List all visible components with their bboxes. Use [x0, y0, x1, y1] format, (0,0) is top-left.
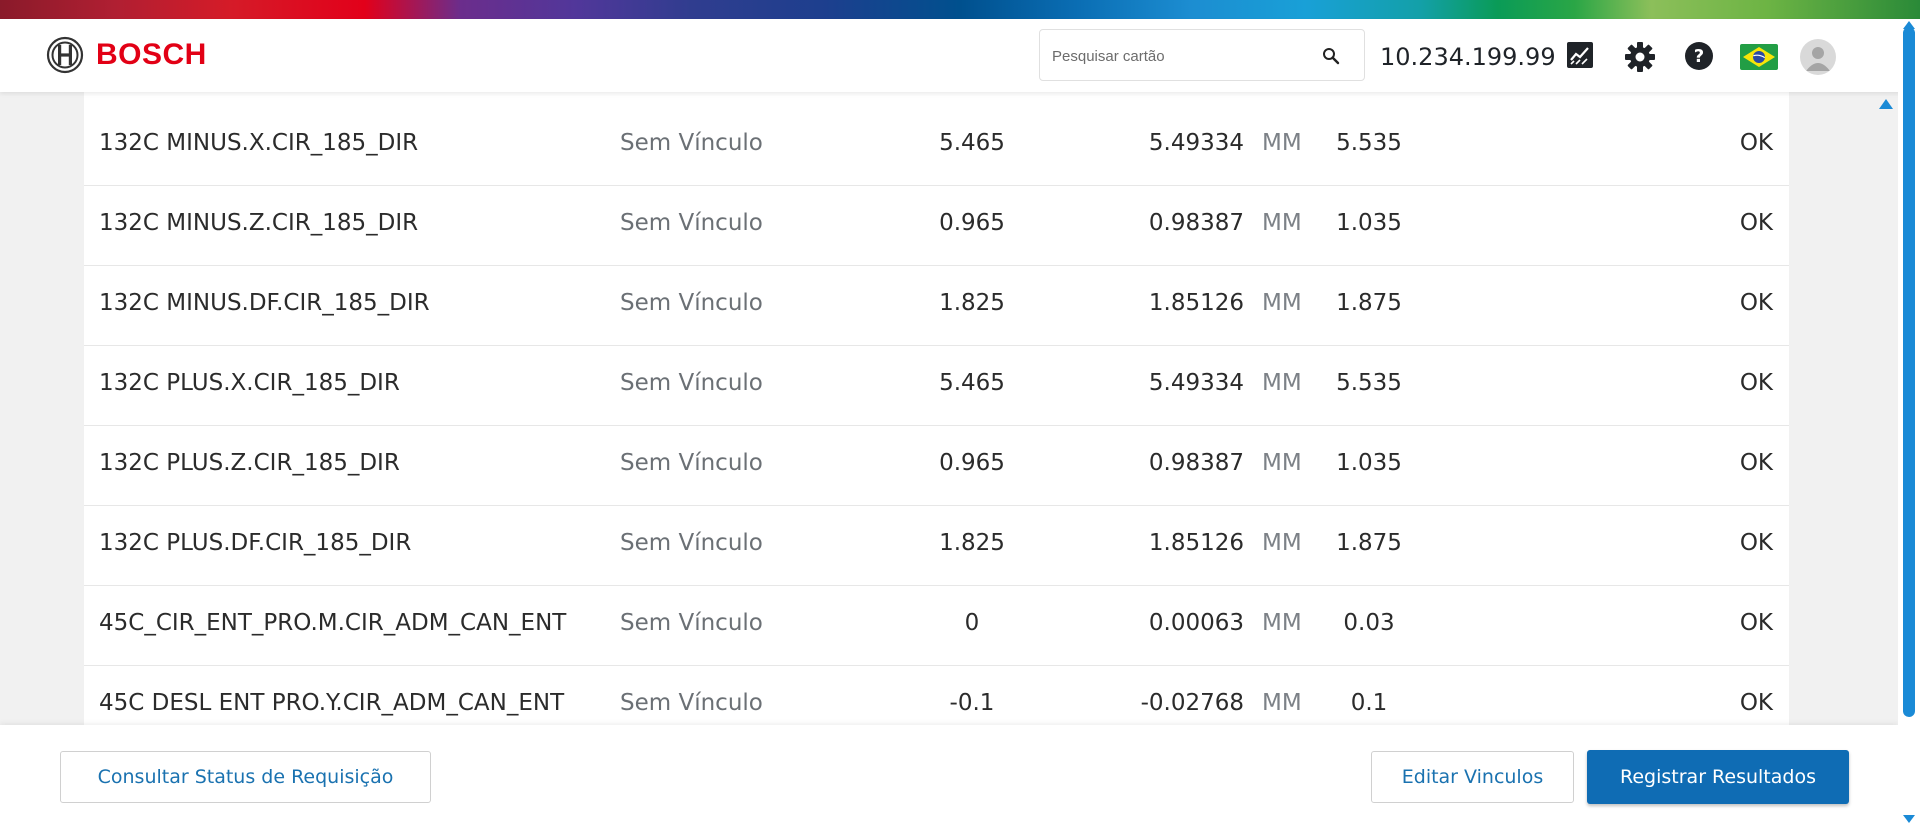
scrollbar-thumb[interactable] [1903, 27, 1915, 717]
lower-limit: 5.465 [939, 370, 1005, 396]
unit: MM [1262, 130, 1302, 156]
lower-limit: 0.965 [939, 210, 1005, 236]
characteristic-name: 132C MINUS.Z.CIR_185_DIR [99, 210, 419, 236]
help-icon[interactable]: ? [1684, 41, 1714, 71]
result-status: OK [1739, 210, 1773, 236]
characteristic-name: 132C PLUS.DF.CIR_185_DIR [99, 530, 412, 556]
upper-limit: 1.035 [1336, 210, 1402, 236]
unit: MM [1262, 450, 1302, 476]
bosch-logo[interactable]: BOSCH [46, 36, 207, 74]
characteristic-name: 132C PLUS.Z.CIR_185_DIR [99, 450, 400, 476]
result-status: OK [1739, 690, 1773, 716]
upper-limit: 5.535 [1336, 370, 1402, 396]
table-row: 132C MINUS.Z.CIR_185_DIR Sem Vínculo 0.9… [84, 186, 1789, 266]
table-row: 45C DESL ENT PRO.Y.CIR_ADM_CAN_ENT Sem V… [84, 666, 1789, 725]
gear-icon[interactable] [1624, 41, 1656, 73]
table-row: 45C_CIR_ENT_PRO.M.CIR_ADM_CAN_ENT Sem Ví… [84, 586, 1789, 666]
result-status: OK [1739, 370, 1773, 396]
result-status: OK [1739, 450, 1773, 476]
lower-limit: -0.1 [949, 690, 995, 716]
vertical-scrollbar[interactable] [1898, 19, 1920, 827]
bosch-armature-icon [46, 36, 84, 74]
link-status: Sem Vínculo [620, 290, 763, 316]
measured-value: 1.85126 [1148, 530, 1244, 556]
ip-address: 10.234.199.99 [1380, 43, 1556, 71]
search-icon[interactable] [1322, 47, 1340, 65]
result-status: OK [1739, 530, 1773, 556]
registrar-resultados-button[interactable]: Registrar Resultados [1587, 750, 1849, 804]
link-status: Sem Vínculo [620, 690, 763, 716]
table-row: 132C MINUS.X.CIR_185_DIR Sem Vínculo 5.4… [84, 106, 1789, 186]
characteristic-name: 45C DESL ENT PRO.Y.CIR_ADM_CAN_ENT [99, 690, 565, 716]
unit: MM [1262, 610, 1302, 636]
measured-value: 0.00063 [1148, 610, 1244, 636]
unit: MM [1262, 690, 1302, 716]
lower-limit: 0 [964, 610, 980, 636]
upper-limit: 0.1 [1350, 690, 1388, 716]
lower-limit: 0.965 [939, 450, 1005, 476]
unit: MM [1262, 210, 1302, 236]
upper-limit: 0.03 [1343, 610, 1395, 636]
measured-value: 5.49334 [1148, 370, 1244, 396]
characteristic-name: 45C_CIR_ENT_PRO.M.CIR_ADM_CAN_ENT [99, 610, 567, 636]
measured-value: 0.98387 [1148, 450, 1244, 476]
table-row: 132C PLUS.Z.CIR_185_DIR Sem Vínculo 0.96… [84, 426, 1789, 506]
measured-value: 1.85126 [1148, 290, 1244, 316]
measured-value: 0.98387 [1148, 210, 1244, 236]
trend-chart-icon[interactable] [1566, 41, 1594, 69]
link-status: Sem Vínculo [620, 530, 763, 556]
measured-value: -0.02768 [1140, 690, 1244, 716]
link-status: Sem Vínculo [620, 610, 763, 636]
link-status: Sem Vínculo [620, 370, 763, 396]
scroll-down-arrow-icon[interactable] [1903, 815, 1915, 823]
svg-text:?: ? [1694, 46, 1704, 67]
consultar-status-button[interactable]: Consultar Status de Requisição [60, 751, 431, 803]
unit: MM [1262, 530, 1302, 556]
results-table: 132C MINUS.X.CIR_185_DIR Sem Vínculo 5.4… [84, 88, 1789, 725]
lower-limit: 1.825 [939, 290, 1005, 316]
result-status: OK [1739, 610, 1773, 636]
editar-vinculos-button[interactable]: Editar Vinculos [1371, 751, 1574, 803]
characteristic-name: 132C MINUS.X.CIR_185_DIR [99, 130, 419, 156]
link-status: Sem Vínculo [620, 210, 763, 236]
upper-limit: 1.875 [1336, 290, 1402, 316]
table-row: 132C PLUS.DF.CIR_185_DIR Sem Vínculo 1.8… [84, 506, 1789, 586]
lower-limit: 5.465 [939, 130, 1005, 156]
scroll-to-top-icon[interactable] [1879, 99, 1893, 109]
table-row: 132C MINUS.DF.CIR_185_DIR Sem Vínculo 1.… [84, 266, 1789, 346]
table-row: 132C PLUS.X.CIR_185_DIR Sem Vínculo 5.46… [84, 346, 1789, 426]
characteristic-name: 132C MINUS.DF.CIR_185_DIR [99, 290, 430, 316]
result-status: OK [1739, 290, 1773, 316]
search-box [1039, 29, 1365, 81]
result-status: OK [1739, 130, 1773, 156]
bosch-supergraphic-bar [0, 0, 1920, 19]
upper-limit: 1.035 [1336, 450, 1402, 476]
upper-limit: 1.875 [1336, 530, 1402, 556]
search-input[interactable] [1050, 44, 1314, 68]
brand-name: BOSCH [96, 38, 207, 71]
top-header: BOSCH 10.234.199.99 ? [0, 19, 1920, 92]
link-status: Sem Vínculo [620, 130, 763, 156]
action-footer: Consultar Status de Requisição Editar Vi… [0, 725, 1898, 827]
measured-value: 5.49334 [1148, 130, 1244, 156]
upper-limit: 5.535 [1336, 130, 1402, 156]
link-status: Sem Vínculo [620, 450, 763, 476]
user-avatar-icon[interactable] [1800, 39, 1836, 75]
unit: MM [1262, 290, 1302, 316]
characteristic-name: 132C PLUS.X.CIR_185_DIR [99, 370, 400, 396]
lower-limit: 1.825 [939, 530, 1005, 556]
brazil-flag-icon[interactable] [1740, 44, 1778, 70]
unit: MM [1262, 370, 1302, 396]
